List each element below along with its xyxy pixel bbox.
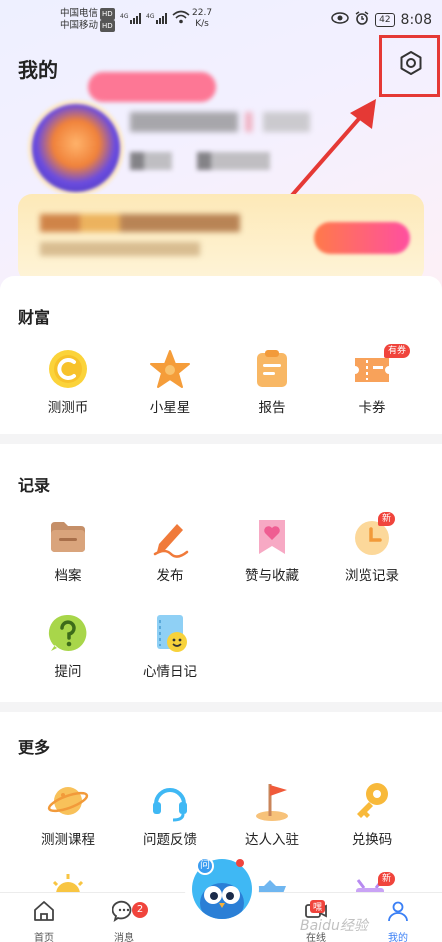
section-title: 记录: [18, 476, 51, 495]
new-badge: 新: [378, 872, 396, 886]
record-item-archive[interactable]: 档案: [18, 516, 118, 584]
coin-icon: [47, 348, 89, 390]
section-title: 财富: [18, 308, 51, 327]
alarm-icon: [355, 11, 369, 29]
user-icon: [386, 901, 410, 927]
live-tag: 嘿: [310, 900, 326, 913]
question-icon: [47, 612, 89, 654]
battery-indicator: 42: [375, 13, 395, 27]
more-item-redeem-code[interactable]: 兑换码: [322, 780, 422, 848]
item-label: 达人入驻: [245, 832, 299, 848]
user-stats: [130, 152, 270, 170]
coupon-badge: 有券: [384, 344, 411, 358]
vip-banner-title: [40, 214, 240, 232]
bookmark-heart-icon: [251, 516, 293, 558]
home-icon: [32, 901, 56, 927]
carrier-info: 中国电信 HD 中国移动 HD: [60, 8, 115, 32]
record-item-history[interactable]: 新 浏览记录: [322, 512, 422, 584]
headset-icon: [149, 780, 191, 822]
nav-label: 消息: [114, 933, 134, 942]
page-title: 我的: [18, 58, 58, 82]
item-label: 赞与收藏: [245, 568, 299, 584]
item-label: 兑换码: [351, 832, 393, 848]
carrier-2: 中国移动: [60, 20, 99, 31]
eye-icon: [331, 12, 349, 28]
record-item-likes[interactable]: 赞与收藏: [222, 516, 322, 584]
record-item-publish[interactable]: 发布: [120, 516, 220, 584]
more-item-feedback[interactable]: 问题反馈: [120, 780, 220, 848]
clipboard-icon: [251, 348, 293, 390]
pen-icon: [149, 516, 191, 558]
hd-badge: HD: [100, 20, 115, 32]
watermark: Baidu经验: [300, 918, 368, 934]
item-label: 小星星: [149, 400, 191, 416]
planet-icon: [47, 780, 89, 822]
wealth-item-coupons[interactable]: 有券 卡券: [322, 344, 422, 416]
signal-icon: 4G: [146, 12, 170, 27]
folder-icon: [47, 516, 89, 558]
item-label: 测测币: [47, 400, 89, 416]
wealth-section: 财富 测测币 小星星 报告 有券 卡券: [0, 276, 442, 434]
item-label: 浏览记录: [345, 568, 399, 584]
ask-label: 问: [196, 857, 214, 875]
nav-me[interactable]: 我的: [368, 899, 428, 942]
annotation-highlight-box: [379, 35, 440, 97]
flag-icon: [251, 780, 293, 822]
vip-open-button[interactable]: [314, 222, 410, 254]
user-name: [130, 112, 310, 132]
section-title: 更多: [18, 738, 51, 757]
diary-icon: [149, 612, 191, 654]
svg-text:4G: 4G: [120, 13, 129, 20]
ask-center-button[interactable]: 问: [188, 855, 256, 923]
records-section: 记录 档案 发布 赞与收藏 新 浏览记录 提问 心情日记: [0, 444, 442, 702]
avatar[interactable]: [28, 100, 124, 196]
clock: 8:08: [400, 12, 432, 28]
message-count-badge: 2: [132, 902, 148, 918]
item-label: 报告: [258, 400, 286, 416]
more-item-courses[interactable]: 测测课程: [18, 780, 118, 848]
item-label: 测测课程: [41, 832, 95, 848]
key-icon: [351, 780, 393, 822]
nav-label: 首页: [34, 933, 54, 942]
speed-value: 22.7: [192, 8, 213, 18]
item-label: 心情日记: [143, 664, 197, 680]
wifi-icon: [172, 10, 190, 27]
carrier-1: 中国电信: [60, 8, 99, 19]
nav-home[interactable]: 首页: [14, 899, 74, 942]
network-speed: 22.7 K/s: [192, 8, 212, 30]
item-label: 提问: [54, 664, 82, 680]
star-icon: [149, 348, 191, 390]
speed-unit: K/s: [195, 19, 209, 29]
record-item-question[interactable]: 提问: [18, 612, 118, 680]
vip-banner-subtitle: [40, 242, 200, 256]
wealth-item-coins[interactable]: 测测币: [18, 348, 118, 416]
item-label: 发布: [156, 568, 184, 584]
more-item-expert-join[interactable]: 达人入驻: [222, 780, 322, 848]
nav-label: 我的: [388, 933, 408, 942]
notification-dot: [236, 859, 244, 867]
record-item-mood-diary[interactable]: 心情日记: [120, 612, 220, 680]
new-badge: 新: [378, 512, 396, 526]
status-bar: 中国电信 HD 中国移动 HD 4G 4G 22.7 K/s 42 8:08: [0, 0, 442, 38]
hd-badge: HD: [100, 8, 115, 20]
item-label: 问题反馈: [143, 832, 197, 848]
svg-text:4G: 4G: [146, 13, 155, 20]
item-label: 档案: [54, 568, 82, 584]
vip-banner[interactable]: [18, 194, 424, 282]
wealth-item-reports[interactable]: 报告: [222, 348, 322, 416]
user-badge: [88, 72, 216, 102]
wealth-item-stars[interactable]: 小星星: [120, 348, 220, 416]
item-label: 卡券: [358, 400, 386, 416]
signal-icon: 4G: [120, 12, 144, 27]
